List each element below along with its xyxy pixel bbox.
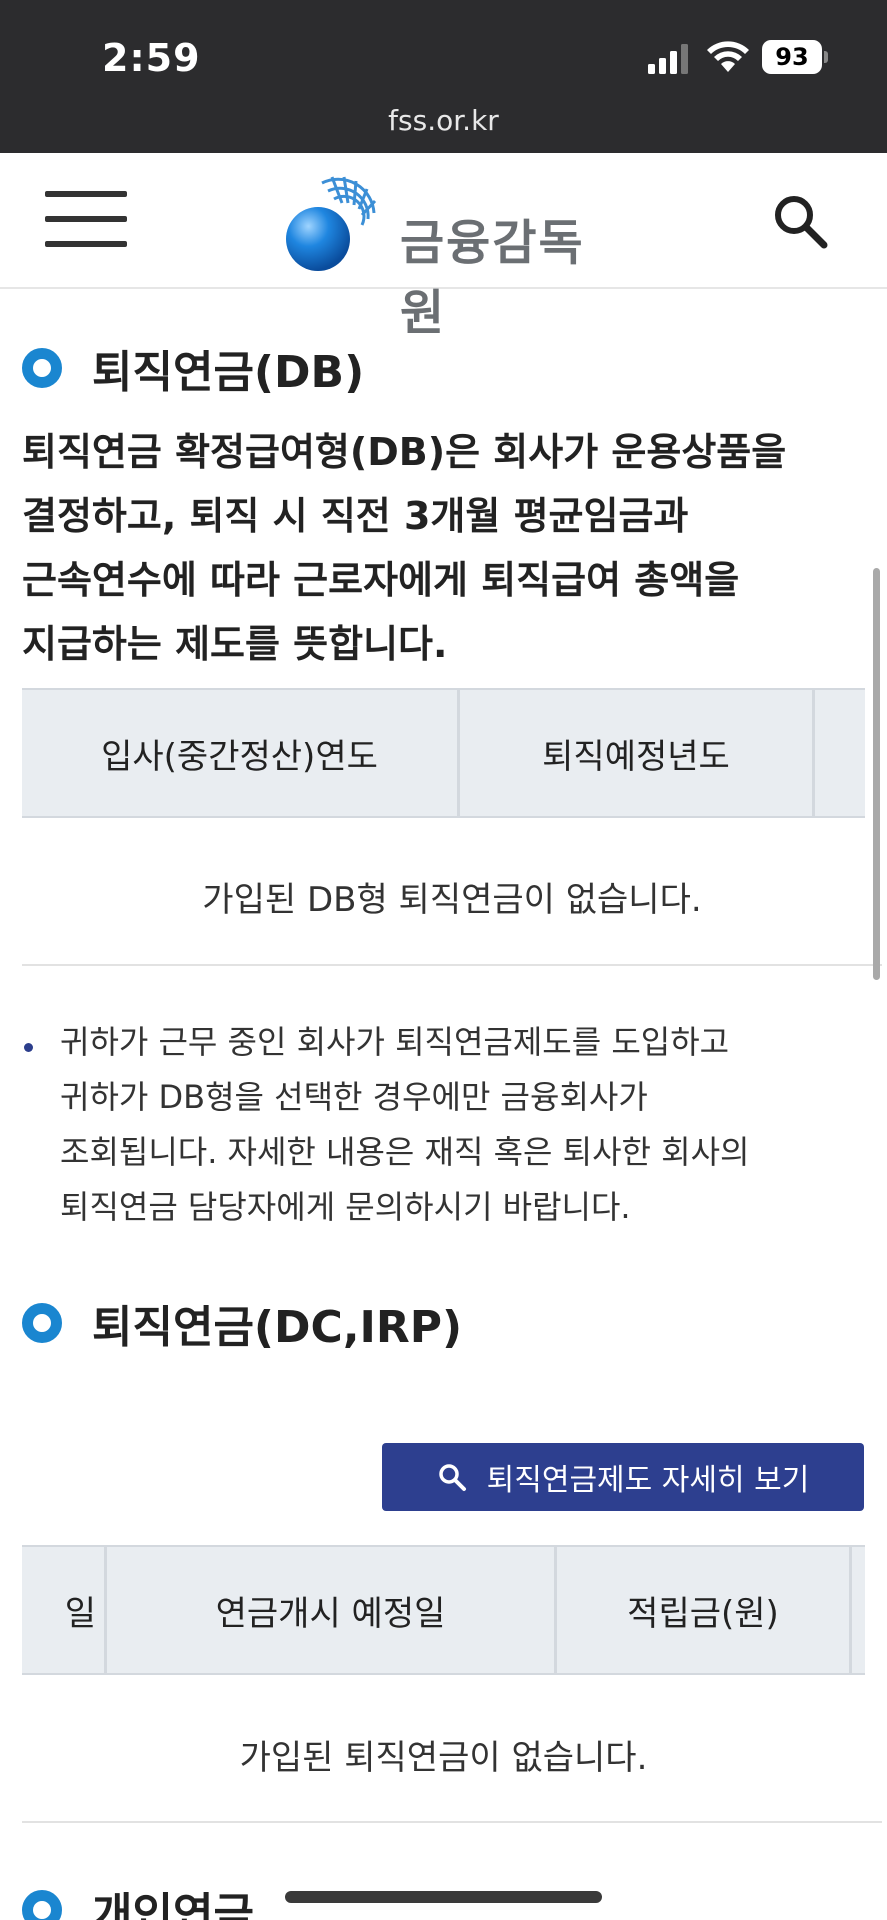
- fss-logo-icon: [286, 176, 377, 271]
- section-bullet-icon: [22, 1303, 62, 1343]
- cellular-signal-icon: [648, 44, 688, 74]
- column-header: [815, 690, 865, 816]
- logo-text: 금융감독원: [400, 215, 585, 341]
- pension-detail-button-label: 퇴직연금제도 자세히 보기: [486, 1463, 810, 1498]
- dc-table-header[interactable]: 일 연금개시 예정일 적립금(원): [22, 1545, 865, 1675]
- dc-table-empty: 가입된 퇴직연금이 없습니다.: [239, 1738, 648, 1778]
- wifi-icon: [707, 41, 749, 72]
- section-bullet-icon: [22, 1890, 62, 1920]
- status-bar: 2:59 93 fss.or.kr: [0, 0, 887, 153]
- db-description: 퇴직연금 확정급여형(DB)은 회사가 운용상품을 결정하고, 퇴직 시 직전 …: [22, 430, 787, 666]
- scrollbar[interactable]: [873, 568, 880, 980]
- db-table-empty: 가입된 DB형 퇴직연금이 없습니다.: [202, 880, 702, 920]
- divider: [22, 1821, 882, 1823]
- column-header: [852, 1547, 865, 1673]
- home-indicator[interactable]: [285, 1891, 602, 1903]
- battery-icon: 93: [762, 40, 828, 74]
- bullet-dot: [24, 1043, 33, 1052]
- column-header: 적립금(원): [557, 1547, 852, 1673]
- site-logo[interactable]: 금융감독원: [282, 173, 612, 341]
- column-header: 연금개시 예정일: [107, 1547, 557, 1673]
- section-title-dc-irp: 퇴직연금(DC,IRP): [22, 1293, 462, 1353]
- search-icon[interactable]: [772, 193, 828, 249]
- menu-icon[interactable]: [45, 191, 127, 247]
- status-time: 2:59: [102, 36, 201, 80]
- section-title-personal: 개인연금: [22, 1880, 254, 1920]
- column-header: 퇴직예정년도: [460, 690, 815, 816]
- column-header: 입사(중간정산)연도: [22, 690, 460, 816]
- section-title-db: 퇴직연금(DB): [22, 338, 364, 398]
- battery-level: 93: [762, 40, 822, 74]
- db-table-header: 입사(중간정산)연도 퇴직예정년도: [22, 688, 865, 818]
- column-header: 일: [22, 1547, 107, 1673]
- divider: [22, 964, 882, 966]
- search-icon: [438, 1464, 466, 1491]
- battery-tip: [824, 51, 828, 63]
- pension-detail-button[interactable]: 퇴직연금제도 자세히 보기: [382, 1443, 864, 1511]
- site-header: 금융감독원: [0, 153, 887, 341]
- browser-url[interactable]: fss.or.kr: [0, 104, 887, 137]
- section-bullet-icon: [22, 348, 62, 388]
